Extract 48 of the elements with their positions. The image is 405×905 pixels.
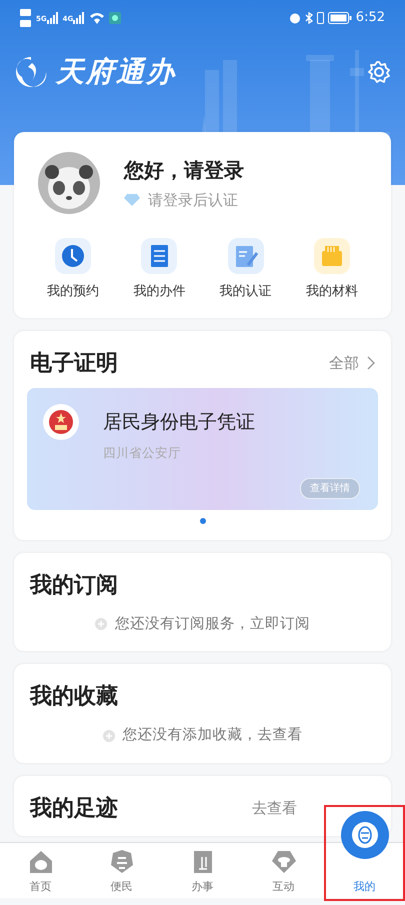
- shortcut-link[interactable]: 我的办件: [133, 282, 186, 302]
- logo-icon: [14, 55, 48, 89]
- signal-icon: [46, 12, 59, 24]
- wifi-icon: [89, 12, 106, 24]
- verify-hint: 请登录后认证: [148, 190, 238, 211]
- section-title: 我的收藏: [30, 683, 118, 712]
- tab-item[interactable]: 首页: [0, 843, 81, 899]
- diamond-icon: [124, 194, 140, 206]
- clock-icon: [55, 238, 92, 274]
- document-edit-icon: [228, 238, 264, 274]
- bluetooth-icon: [304, 12, 313, 24]
- tab-item[interactable]: 互动: [243, 843, 324, 899]
- shortcut-link[interactable]: 我的预约: [47, 282, 100, 302]
- shortcut-link[interactable]: 我的认证: [220, 282, 272, 302]
- section-title: 我的订阅: [30, 572, 118, 600]
- card-title: 居民身份电子凭证: [103, 410, 255, 434]
- sim-icon: [20, 8, 32, 28]
- chevron-right-icon: [367, 356, 375, 370]
- view-link[interactable]: 去查看: [252, 797, 297, 820]
- empty-message[interactable]: 您还没有添加收藏，去查看: [122, 725, 302, 747]
- clock-time: 6:52: [356, 9, 385, 28]
- add-icon: [102, 730, 114, 742]
- folder-icon: [314, 238, 350, 274]
- empty-message[interactable]: 您还没有订阅服务，立即订阅: [115, 614, 310, 636]
- page-indicator[interactable]: [200, 518, 206, 524]
- app-notification-icon: [109, 12, 122, 24]
- diamond-icon: [270, 848, 296, 874]
- tab-item[interactable]: 我的: [324, 843, 405, 899]
- document-icon: [141, 238, 178, 274]
- tab-item[interactable]: 便民: [81, 843, 162, 899]
- signal-icon: [73, 12, 86, 24]
- settings-icon[interactable]: [367, 60, 391, 84]
- section-title: 我的足迹: [30, 794, 118, 823]
- view-all-link[interactable]: 全部: [329, 352, 375, 374]
- battery-icon: [328, 12, 352, 24]
- id-card[interactable]: 居民身份电子凭证 四川省公安厅 查看详情: [27, 388, 378, 510]
- shortcut-link[interactable]: 我的材料: [306, 282, 358, 302]
- avatar[interactable]: [38, 152, 100, 214]
- login-prompt[interactable]: 您好，请登录: [124, 154, 244, 185]
- emblem-icon: [43, 404, 79, 440]
- app-name: 天府通办: [56, 54, 176, 90]
- tab-item[interactable]: 办事: [162, 843, 243, 899]
- card-issuer: 四川省公安厅: [103, 444, 182, 462]
- home-icon: [28, 848, 54, 874]
- section-title: 电子证明: [30, 350, 118, 378]
- add-icon: [95, 618, 107, 630]
- pagoda-icon: [108, 848, 134, 874]
- mask-icon: [352, 822, 378, 848]
